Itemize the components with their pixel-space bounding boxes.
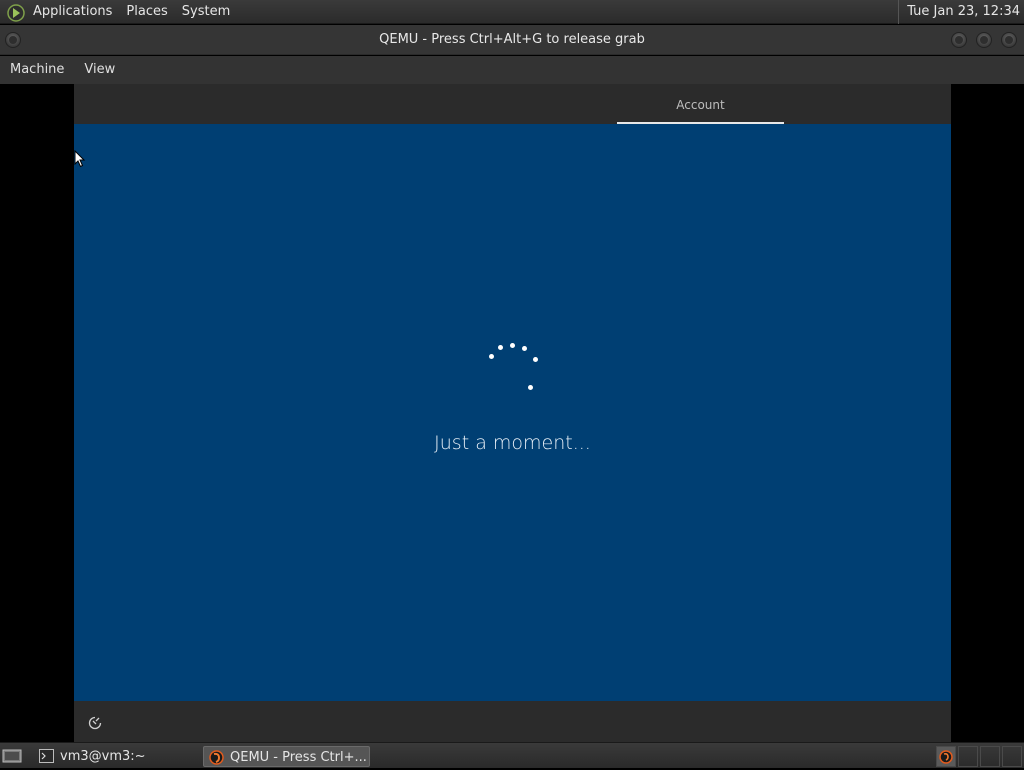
spinner-dot [533, 357, 538, 362]
taskbar-item-terminal[interactable]: vm3@vm3:~ [34, 746, 194, 767]
workspace-4[interactable] [1002, 746, 1022, 767]
spinner-dot [489, 354, 494, 359]
terminal-icon [39, 749, 54, 763]
setup-main-panel: Just a moment... [74, 124, 951, 701]
taskbar-item-qemu[interactable]: QEMU - Press Ctrl+... [203, 746, 370, 767]
panel-clock[interactable]: Tue Jan 23, 12:34 [898, 0, 1020, 24]
status-message: Just a moment... [434, 432, 591, 454]
mate-logo-icon[interactable] [6, 2, 26, 22]
guest-screen[interactable]: Account Just a moment... [74, 84, 951, 742]
loading-spinner [74, 124, 951, 701]
system-menu[interactable]: System [175, 0, 237, 24]
spinner-dot [498, 345, 503, 350]
vm-display[interactable]: Account Just a moment... [0, 84, 1024, 742]
qemu-icon [209, 750, 224, 765]
applications-menu[interactable]: Applications [26, 0, 119, 24]
window-title: QEMU - Press Ctrl+Alt+G to release grab [379, 32, 645, 47]
window-titlebar[interactable]: QEMU - Press Ctrl+Alt+G to release grab [0, 25, 1024, 55]
show-desktop-icon[interactable] [2, 748, 22, 764]
workspace-1[interactable] [936, 746, 956, 767]
ease-of-access-icon[interactable] [87, 715, 103, 731]
taskbar-item-label: vm3@vm3:~ [60, 749, 146, 764]
bottom-panel: vm3@vm3:~ QEMU - Press Ctrl+... [0, 742, 1024, 768]
maximize-icon[interactable] [976, 32, 992, 48]
minimize-icon[interactable] [951, 32, 967, 48]
view-menu[interactable]: View [74, 56, 125, 84]
qemu-menubar: Machine View [0, 56, 1024, 84]
spinner-dot [522, 346, 527, 351]
workspace-2[interactable] [958, 746, 978, 767]
close-icon[interactable] [1001, 32, 1017, 48]
setup-footer [74, 701, 951, 742]
machine-menu[interactable]: Machine [0, 56, 74, 84]
workspace-3[interactable] [980, 746, 1000, 767]
top-panel: Applications Places System Tue Jan 23, 1… [0, 0, 1024, 24]
panel-menu: Applications Places System [0, 0, 237, 23]
taskbar-item-label: QEMU - Press Ctrl+... [230, 750, 367, 765]
spinner-dot [528, 385, 533, 390]
mouse-cursor-icon [74, 149, 86, 168]
spinner-dot [510, 343, 515, 348]
setup-header: Account [74, 84, 951, 124]
tab-account[interactable]: Account [617, 84, 784, 124]
places-menu[interactable]: Places [119, 0, 174, 24]
